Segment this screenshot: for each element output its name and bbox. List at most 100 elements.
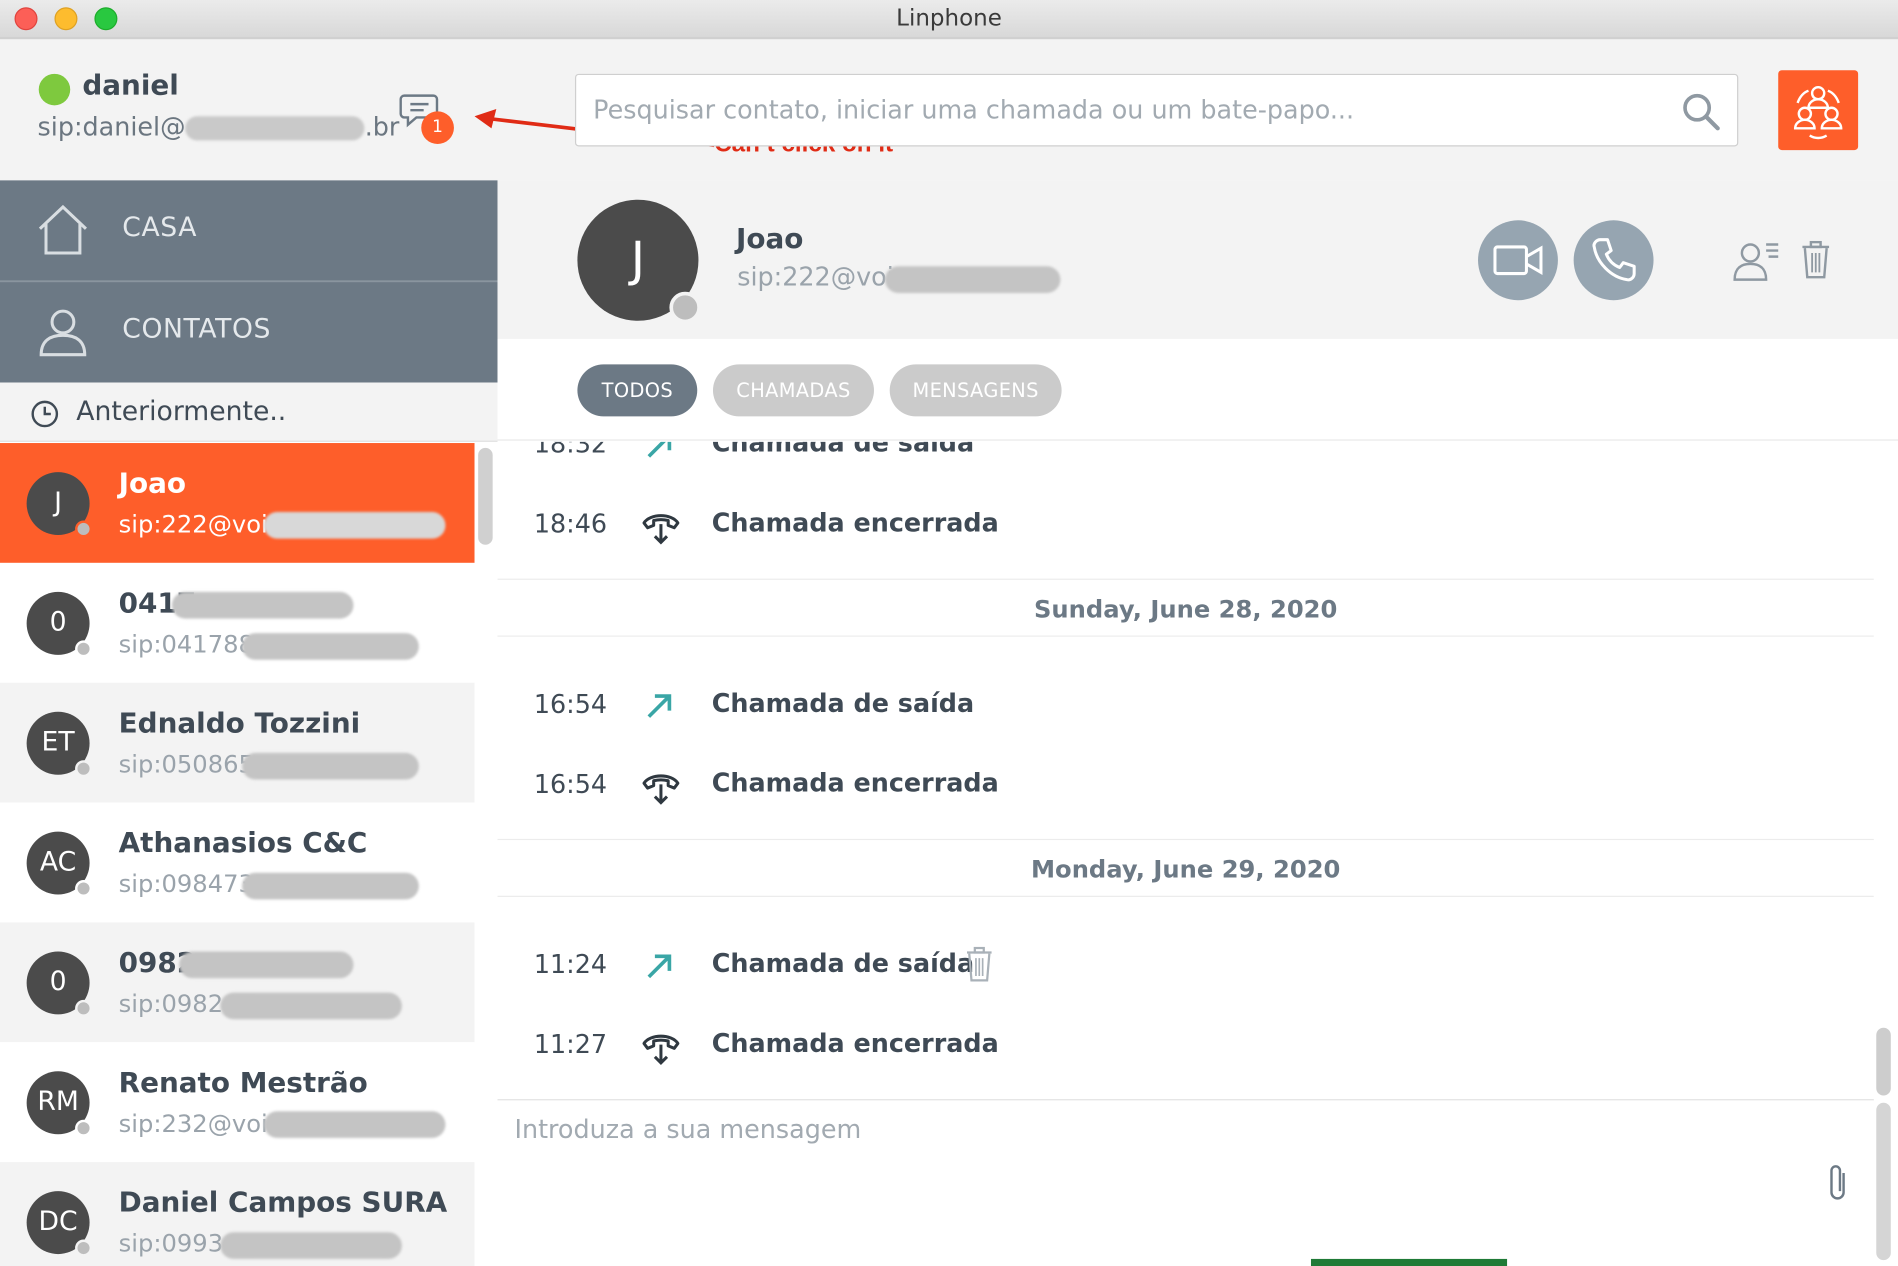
peer-presence-dot bbox=[669, 291, 701, 324]
event-text: Chamada de saída bbox=[711, 441, 975, 458]
redacted-block bbox=[185, 116, 365, 141]
avatar-initials: 0 bbox=[49, 607, 67, 638]
paperclip-icon[interactable] bbox=[1824, 1161, 1851, 1205]
redacted-block bbox=[884, 266, 1061, 293]
history-scrollbar[interactable] bbox=[1876, 1027, 1891, 1096]
unread-badge: 1 bbox=[421, 111, 454, 145]
sidebar: CASA CONTATOS Anteriormente.. J Joao sip… bbox=[0, 180, 498, 1266]
contact-details-icon[interactable] bbox=[1732, 241, 1780, 282]
contact-sip: sip:098473 bbox=[118, 869, 254, 899]
avatar-initials: 0 bbox=[49, 967, 67, 998]
home-icon bbox=[38, 204, 87, 255]
avatar-initials: DC bbox=[38, 1206, 78, 1238]
ended-call-icon bbox=[642, 1034, 680, 1065]
presence-dot bbox=[75, 1119, 92, 1137]
redacted-block bbox=[171, 591, 354, 619]
redacted-block bbox=[263, 512, 446, 539]
peer-name: Joao bbox=[735, 223, 804, 256]
contact-item[interactable]: AC Athanasios C&C sip:098473 bbox=[0, 802, 475, 923]
contact-name: Renato Mestrão bbox=[118, 1067, 368, 1100]
contact-name: Joao bbox=[118, 468, 187, 500]
presence-indicator[interactable] bbox=[38, 73, 71, 106]
search-input[interactable] bbox=[593, 89, 1647, 131]
contact-sip: sip:0982 bbox=[118, 988, 224, 1019]
event-time: 18:32 bbox=[533, 441, 608, 459]
redacted-block bbox=[242, 633, 419, 660]
contacts-scrollbar[interactable] bbox=[478, 447, 493, 545]
contact-sip: sip:222@voi bbox=[118, 509, 268, 539]
presence-dot bbox=[75, 1239, 92, 1257]
message-composer bbox=[497, 1099, 1874, 1266]
contact-item[interactable]: 0 0982 sip:0982 bbox=[0, 922, 475, 1043]
conference-icon bbox=[1793, 85, 1843, 140]
linphone-window: Linphone daniel sip:daniel@.br 1 Can’t c… bbox=[0, 0, 1898, 1266]
outgoing-call-icon bbox=[647, 954, 672, 979]
redacted-block bbox=[220, 1232, 402, 1259]
contact-item[interactable]: ET Ednaldo Tozzini sip:050865 bbox=[0, 682, 475, 803]
conversation-header: J Joao sip:222@voi bbox=[497, 180, 1898, 339]
conversation-panel: J Joao sip:222@voi TODOS CHAMADAS MENSAG… bbox=[497, 180, 1898, 1266]
nav-contacts-label: CONTATOS bbox=[122, 314, 272, 345]
message-input[interactable] bbox=[514, 1114, 1810, 1249]
contact-item-joao[interactable]: J Joao sip:222@voi bbox=[0, 443, 475, 563]
contact-name: Ednaldo Tozzini bbox=[118, 708, 361, 740]
event-time: 18:46 bbox=[533, 509, 608, 539]
ended-call-icon bbox=[642, 514, 680, 545]
clock-icon bbox=[31, 400, 59, 428]
presence-dot bbox=[75, 640, 92, 658]
event-time: 16:54 bbox=[533, 689, 608, 720]
account-sip-address: sip:daniel@ .br bbox=[38, 113, 400, 142]
contact-item[interactable]: DC Daniel Campos SURA sip:0993 bbox=[0, 1162, 475, 1266]
account-sip-suffix: .br bbox=[364, 112, 400, 142]
event-text: Chamada encerrada bbox=[711, 508, 999, 538]
audio-call-button[interactable] bbox=[1573, 220, 1654, 301]
window-title: Linphone bbox=[896, 4, 1002, 32]
avatar-initials: AC bbox=[39, 847, 77, 878]
avatar: 0 bbox=[26, 951, 92, 1017]
redacted-block bbox=[179, 951, 354, 979]
avatar: ET bbox=[26, 711, 92, 778]
avatar: RM bbox=[26, 1071, 92, 1137]
presence-dot bbox=[75, 760, 92, 778]
contact-item[interactable]: RM Renato Mestrão sip:232@voi bbox=[0, 1042, 475, 1163]
tab-messages[interactable]: MENSAGENS bbox=[889, 364, 1062, 417]
avatar: 0 bbox=[26, 591, 92, 658]
contact-item[interactable]: 0 0417 sip:041788 bbox=[0, 562, 475, 683]
tab-all[interactable]: TODOS bbox=[577, 364, 698, 417]
peer-avatar: J bbox=[577, 199, 701, 324]
contact-sip: sip:0993 bbox=[118, 1228, 224, 1258]
peer-sip: sip:222@voi bbox=[737, 262, 894, 292]
history-event: 18:46 Chamada encerrada bbox=[498, 485, 1874, 565]
account-name[interactable]: daniel bbox=[82, 70, 179, 101]
redacted-block bbox=[242, 872, 419, 900]
contacts-icon bbox=[39, 309, 87, 357]
account-sip-prefix: sip:daniel@ bbox=[37, 112, 186, 142]
recent-label: Anteriormente.. bbox=[76, 397, 287, 428]
outgoing-call-icon bbox=[647, 441, 672, 458]
avatar-initials: ET bbox=[41, 727, 75, 758]
history-list[interactable]: 18:32 Chamada de saída 18:46 Chamada enc… bbox=[497, 441, 1874, 1098]
search-icon[interactable] bbox=[1681, 92, 1720, 131]
event-time: 16:54 bbox=[533, 769, 608, 799]
avatar: DC bbox=[26, 1191, 92, 1257]
title-bar: Linphone bbox=[0, 0, 1898, 39]
trash-icon[interactable] bbox=[1800, 240, 1831, 280]
event-text: Chamada encerrada bbox=[711, 768, 999, 798]
search-box[interactable] bbox=[574, 73, 1739, 147]
nav-home[interactable]: CASA bbox=[0, 180, 498, 283]
redacted-block bbox=[220, 992, 402, 1020]
tab-calls[interactable]: CHAMADAS bbox=[712, 364, 874, 417]
composer-scrollbar[interactable] bbox=[1876, 1102, 1891, 1261]
nav-home-label: CASA bbox=[122, 213, 198, 244]
history-event: 16:54 Chamada encerrada bbox=[498, 746, 1874, 826]
history-event: 11:27 Chamada encerrada bbox=[498, 1006, 1874, 1086]
history-event: 11:24 Chamada de saída bbox=[498, 926, 1874, 1006]
avatar: AC bbox=[26, 831, 92, 897]
contact-sip: sip:041788 bbox=[118, 629, 254, 659]
history-event: 18:32 Chamada de saída bbox=[498, 441, 1874, 486]
presence-dot bbox=[75, 999, 92, 1017]
video-call-button[interactable] bbox=[1478, 220, 1558, 301]
nav-contacts[interactable]: CONTATOS bbox=[0, 282, 498, 383]
conference-button[interactable] bbox=[1778, 70, 1859, 151]
trash-icon[interactable] bbox=[965, 946, 994, 983]
